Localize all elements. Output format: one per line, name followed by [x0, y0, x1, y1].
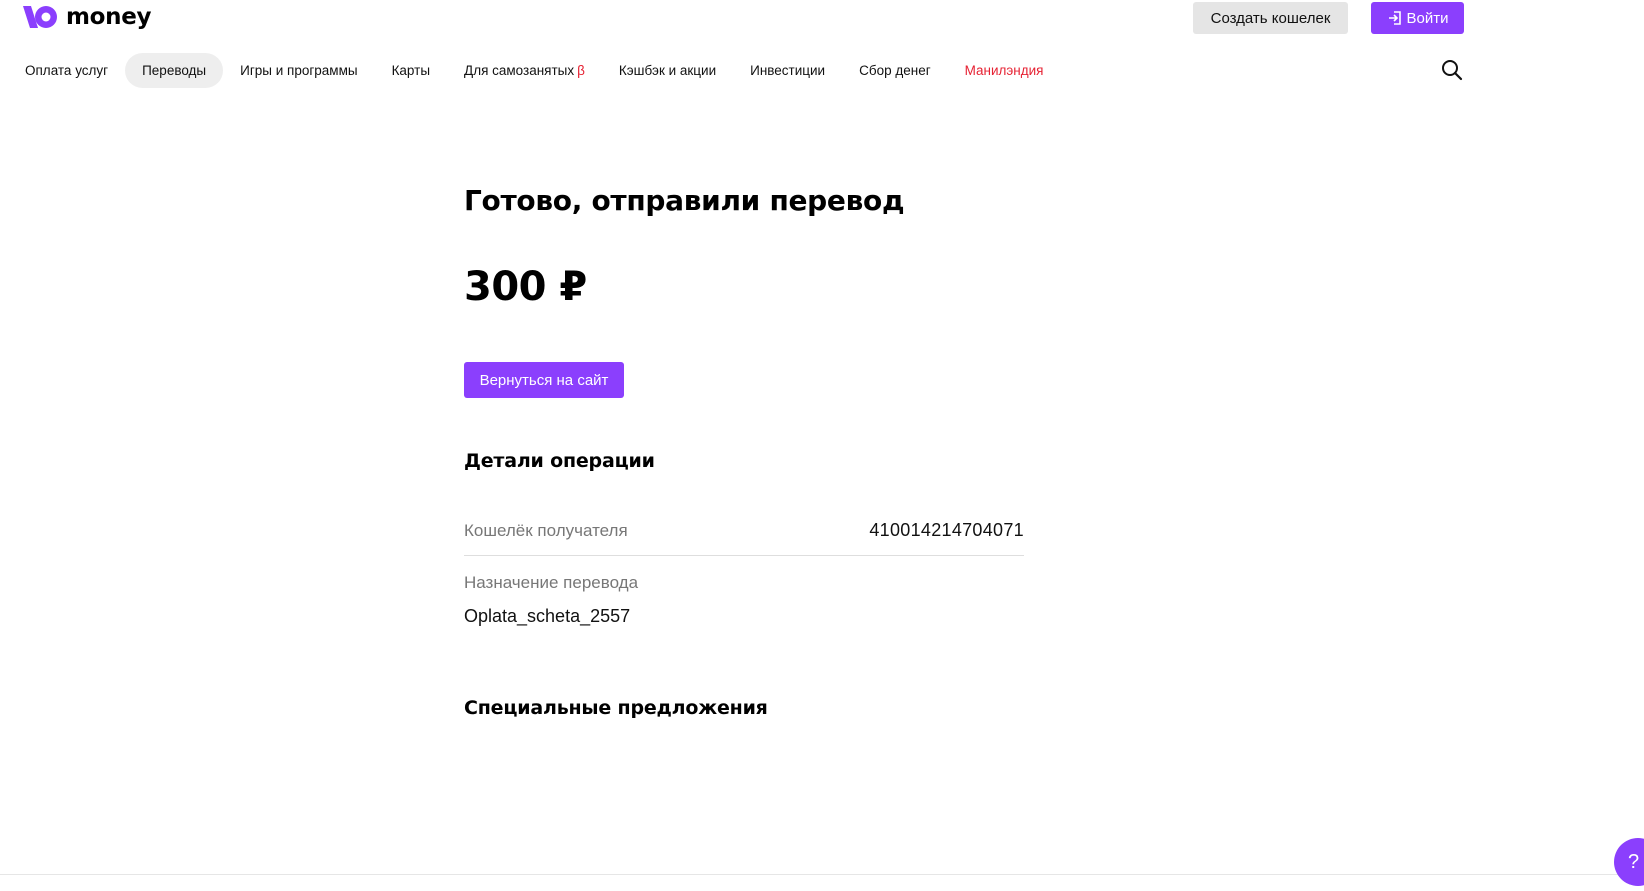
- create-wallet-button[interactable]: Создать кошелек: [1193, 2, 1348, 34]
- nav-item-moneyland[interactable]: Манилэндия: [948, 53, 1061, 88]
- nav-item-label: Карты: [391, 63, 431, 78]
- nav-item-label: Переводы: [142, 63, 207, 78]
- login-button[interactable]: Войти: [1371, 2, 1464, 34]
- header: money Создать кошелек Войти Оплата услуг…: [0, 0, 1644, 100]
- nav-item-label: Кэшбэк и акции: [618, 63, 717, 78]
- operation-details-title: Детали операции: [464, 450, 655, 472]
- nav-item-label: Сбор денег: [859, 63, 931, 78]
- nav-item-cards[interactable]: Карты: [375, 53, 447, 88]
- login-icon: [1388, 11, 1401, 25]
- footer-divider: [0, 874, 1644, 875]
- search-icon[interactable]: [1440, 58, 1464, 82]
- nav-item-label: Оплата услуг: [25, 63, 109, 78]
- nav-item-label: Манилэндия: [964, 63, 1044, 78]
- nav-item-cashback[interactable]: Кэшбэк и акции: [602, 53, 733, 88]
- help-button[interactable]: ?: [1614, 838, 1644, 886]
- transfer-amount: 300 ₽: [464, 264, 587, 310]
- page-title: Готово, отправили перевод: [464, 184, 905, 217]
- return-to-site-button[interactable]: Вернуться на сайт: [464, 362, 624, 398]
- beta-badge: β: [577, 63, 585, 78]
- nav-item-label: Для самозанятых: [464, 63, 575, 78]
- nav-item-payments[interactable]: Оплата услуг: [8, 53, 125, 88]
- logo[interactable]: money: [22, 2, 152, 32]
- transfer-purpose-label: Назначение перевода: [464, 573, 639, 592]
- special-offers-title: Специальные предложения: [464, 697, 768, 719]
- nav-item-games[interactable]: Игры и программы: [223, 53, 374, 88]
- transfer-purpose-value: Oplata_scheta_2557: [464, 606, 631, 626]
- nav-item-fundraising[interactable]: Сбор денег: [842, 53, 948, 88]
- main-nav: Оплата услуг Переводы Игры и программы К…: [8, 53, 1061, 88]
- nav-item-self-employed[interactable]: Для самозанятых β: [447, 53, 602, 88]
- recipient-wallet-value: 410014214704071: [869, 520, 1024, 540]
- nav-item-label: Игры и программы: [240, 63, 358, 78]
- login-label: Войти: [1406, 9, 1449, 27]
- yoomoney-logo-icon: [23, 6, 57, 28]
- help-label: ?: [1628, 850, 1640, 873]
- logo-text: money: [66, 4, 152, 30]
- nav-item-label: Инвестиции: [750, 63, 826, 78]
- nav-item-investments[interactable]: Инвестиции: [733, 53, 842, 88]
- recipient-wallet-row: Кошелёк получателя 410014214704071: [464, 508, 1024, 556]
- nav-item-transfers[interactable]: Переводы: [125, 53, 224, 88]
- transfer-result: Готово, отправили перевод 300 ₽ Вернутьс…: [464, 170, 1024, 719]
- recipient-wallet-label: Кошелёк получателя: [464, 520, 628, 540]
